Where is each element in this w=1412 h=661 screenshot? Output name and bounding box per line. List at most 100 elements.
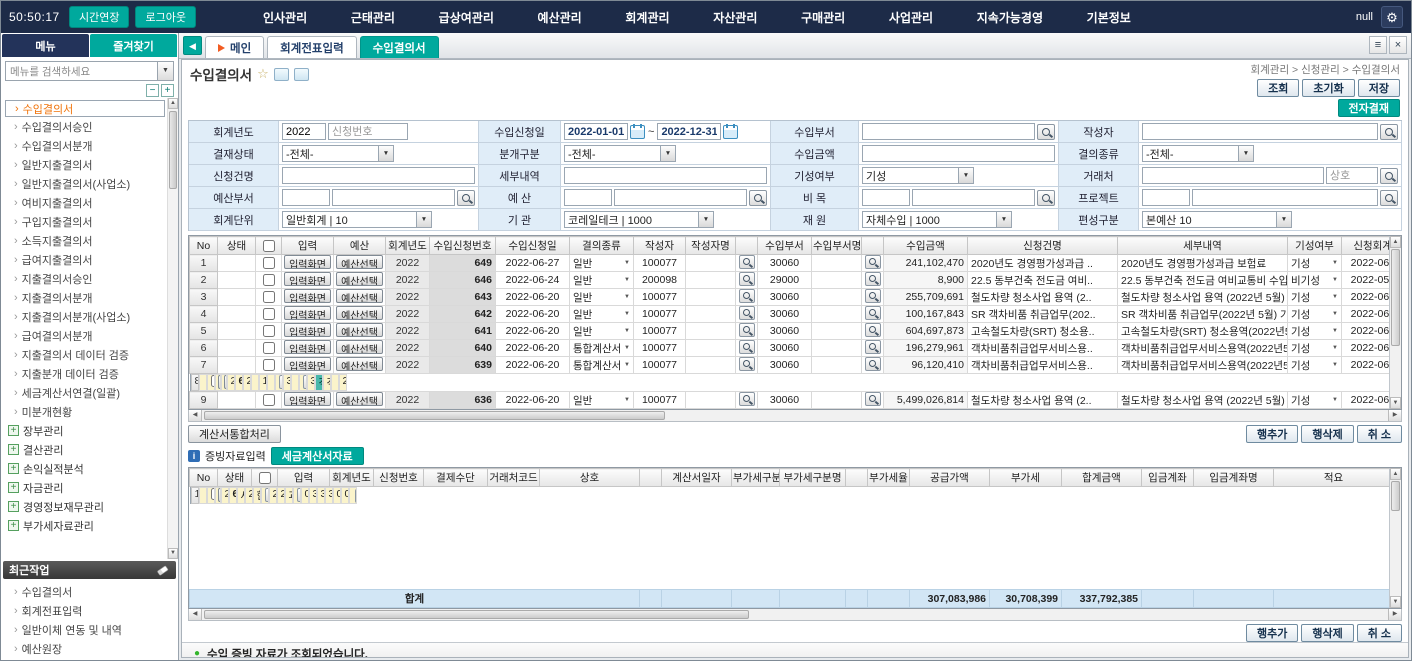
scroll-track[interactable] [168, 109, 178, 548]
scroll-down-icon[interactable]: ▼ [1390, 596, 1401, 608]
budget-select-button[interactable]: 예산선택 [336, 289, 383, 303]
recent-work-item[interactable]: ›수입결의서 [5, 582, 178, 601]
topbar-menu-item[interactable]: 회계관리 [619, 9, 675, 26]
expense-item-code-input[interactable] [862, 189, 910, 206]
sidebar-item[interactable]: ›세금계산서연결(일괄) [5, 383, 165, 402]
sidebar-item[interactable]: ›수입결의서승인 [5, 117, 165, 136]
budget-dept-input[interactable] [332, 189, 455, 206]
search-icon-button[interactable] [739, 289, 755, 303]
calendar-icon[interactable] [630, 125, 645, 139]
completion-select[interactable]: 기성▼ [1291, 290, 1338, 305]
scroll-right-icon[interactable]: ▶ [1388, 609, 1401, 620]
grid-row[interactable]: 8입력화면예산선택20226382022-06-20통합계산서▼10007730… [190, 374, 218, 391]
tab-list-icon[interactable]: ≡ [1369, 36, 1387, 54]
scroll-down-icon[interactable]: ▼ [1390, 397, 1401, 409]
grid-row[interactable]: 6입력화면예산선택20226402022-06-20통합계산서▼10007730… [190, 340, 1390, 357]
scroll-thumb[interactable] [204, 610, 749, 619]
grid-row[interactable]: 2입력화면예산선택20226462022-06-24일반▼20009829000… [190, 272, 1390, 289]
grid-row[interactable]: 7입력화면예산선택20226392022-06-20통합계산서▼10007730… [190, 357, 1390, 374]
search-icon-button[interactable] [355, 489, 357, 503]
row-checkbox[interactable] [263, 291, 275, 303]
sidebar-group[interactable]: +장부관리 [5, 421, 165, 440]
search-icon-button[interactable] [739, 357, 755, 371]
dropdown-arrow-icon[interactable]: ▼ [157, 62, 173, 80]
logout-button[interactable]: 로그아웃 [135, 6, 195, 28]
budget-select-button[interactable]: 예산선택 [336, 323, 383, 337]
request-grid-vscroll[interactable]: ▲ ▼ [1389, 236, 1401, 409]
vendor-search-icon[interactable] [1380, 168, 1398, 184]
completion-select[interactable]: 비기성▼ [1291, 273, 1338, 288]
vendor-name-input[interactable] [1326, 167, 1378, 184]
budget-input[interactable] [614, 189, 747, 206]
writer-input[interactable] [1142, 123, 1378, 140]
approval-status-select[interactable]: -전체-▼ [282, 145, 394, 162]
sidebar-item[interactable]: ›일반지출결의서(사업소) [5, 174, 165, 193]
completion-select[interactable]: 기성▼ [1291, 256, 1338, 271]
reset-button[interactable]: 초기화 [1302, 79, 1354, 97]
request-number-input[interactable] [328, 123, 408, 140]
budget-select-button[interactable]: 예산선택 [336, 255, 383, 269]
sidebar-scrollbar[interactable]: ▲ ▼ [167, 98, 178, 559]
cancel-button-2[interactable]: 취 소 [1357, 624, 1402, 642]
decision-type-select[interactable]: 일반▼ [573, 273, 630, 288]
sidebar-item[interactable]: ›지출결의서 데이터 검증 [5, 345, 165, 364]
invoice-merge-button[interactable]: 계산서통합처리 [188, 425, 281, 443]
search-icon-button[interactable] [865, 357, 881, 371]
grid-row[interactable]: 9입력화면예산선택20226362022-06-20일반▼10007730060… [190, 392, 1390, 409]
scroll-track[interactable] [1390, 480, 1401, 596]
expense-item-search-icon[interactable] [1037, 190, 1055, 206]
sidebar-tab-menu[interactable]: 메뉴 [2, 34, 89, 57]
decision-type-select[interactable]: 통합계산서▼ [573, 358, 630, 373]
decision-type-select[interactable]: 통합계산서▼ [573, 341, 630, 356]
budget-select-button[interactable]: 예산선택 [336, 340, 383, 354]
sidebar-item[interactable]: ›구입지출결의서 [5, 212, 165, 231]
scroll-thumb[interactable] [169, 111, 177, 189]
income-request-date-to-input[interactable] [657, 123, 721, 140]
gear-icon[interactable]: ⚙ [1381, 6, 1403, 28]
add-row-button[interactable]: 행추가 [1246, 425, 1298, 443]
document-tab[interactable]: 회계전표입력 [267, 36, 356, 58]
completion-select[interactable]: 기성▼ [1291, 393, 1338, 408]
search-icon-button[interactable] [739, 272, 755, 286]
search-button[interactable]: 조회 [1257, 79, 1299, 97]
sidebar-group[interactable]: +결산관리 [5, 440, 165, 459]
search-icon-button[interactable] [865, 306, 881, 320]
sidebar-item[interactable]: ›지출결의서분개 [5, 288, 165, 307]
completion-select[interactable]: 기성▼ [1291, 307, 1338, 322]
tab-back-icon[interactable]: ◀ [183, 36, 202, 55]
extend-time-button[interactable]: 시간연장 [69, 6, 129, 28]
scroll-thumb[interactable] [204, 411, 665, 420]
sidebar-group[interactable]: +경영정보재무관리 [5, 497, 165, 516]
budget-select-button[interactable]: 예산선택 [336, 272, 383, 286]
document-tab[interactable]: 메인 [205, 36, 264, 58]
topbar-menu-item[interactable]: 인사관리 [257, 9, 313, 26]
grid-row[interactable]: 1입력화면예산선택20226492022-06-27일반▼10007730060… [190, 255, 1390, 272]
sidebar-item[interactable]: ›지출결의서승인 [5, 269, 165, 288]
sidebar-item[interactable]: ›소득지출결의서 [5, 231, 165, 250]
income-request-date-from-input[interactable] [564, 123, 628, 140]
select-all-checkbox[interactable] [263, 240, 275, 252]
fund-source-select[interactable]: 자체수입 | 1000▼ [862, 211, 1012, 228]
cancel-button[interactable]: 취 소 [1357, 425, 1402, 443]
sidebar-item[interactable]: ›미분개현황 [5, 402, 165, 421]
budget-class-select[interactable]: 본예산 10▼ [1142, 211, 1292, 228]
input-screen-button[interactable]: 입력화면 [284, 289, 331, 303]
scroll-up-icon[interactable]: ▲ [1390, 236, 1401, 248]
scroll-left-icon[interactable]: ◀ [189, 609, 202, 620]
sidebar-item[interactable]: ›지출분개 데이터 검증 [5, 364, 165, 383]
completion-select[interactable]: 기성▼ [1291, 324, 1338, 339]
income-dept-search-icon[interactable] [1037, 124, 1055, 140]
recent-work-item[interactable]: ›회계전표입력 [5, 601, 178, 620]
scroll-down-icon[interactable]: ▼ [168, 548, 178, 559]
scroll-thumb[interactable] [1391, 481, 1400, 511]
scroll-track[interactable] [1390, 248, 1401, 397]
budget-select-button[interactable]: 예산선택 [336, 392, 383, 406]
save-button[interactable]: 저장 [1358, 79, 1400, 97]
search-icon-button[interactable] [739, 340, 755, 354]
row-checkbox[interactable] [263, 257, 275, 269]
sidebar-item[interactable]: ›급여결의서분개 [5, 326, 165, 345]
document-tab[interactable]: 수입결의서 [360, 36, 439, 58]
row-checkbox[interactable] [263, 342, 275, 354]
sidebar-group[interactable]: +부가세자료관리 [5, 516, 165, 535]
search-icon-button[interactable] [865, 323, 881, 337]
